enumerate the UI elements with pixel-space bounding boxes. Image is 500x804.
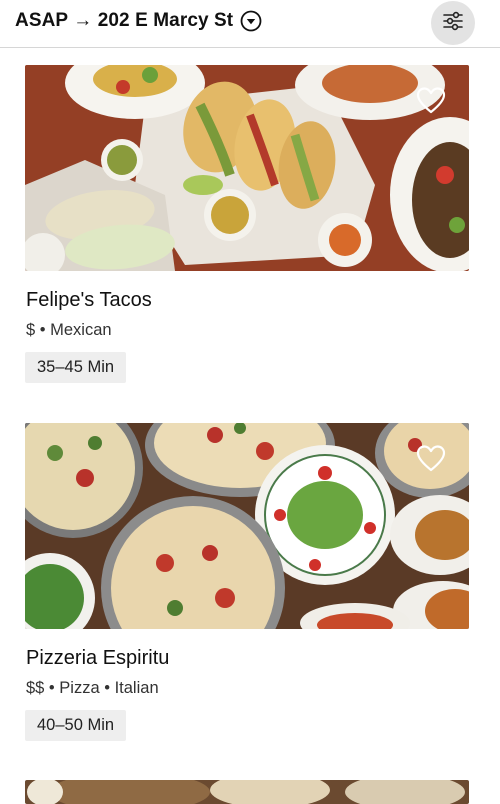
restaurant-card[interactable]: Pizzeria Espiritu $$ • Pizza • Italian 4… <box>25 423 469 741</box>
delivery-time-badge: 40–50 Min <box>25 710 127 741</box>
top-bar: ASAP → 202 E Marcy St <box>0 0 500 48</box>
restaurant-photo <box>25 780 469 804</box>
restaurant-card[interactable]: Felipe's Tacos $ • Mexican 35–45 Min <box>25 65 469 383</box>
heart-outline-icon[interactable] <box>415 443 447 475</box>
restaurant-meta: $$ • Pizza • Italian <box>26 679 159 697</box>
heart-outline-icon[interactable] <box>415 85 447 117</box>
sliders-icon <box>442 10 464 37</box>
restaurant-card[interactable] <box>25 780 469 804</box>
delivery-location-selector[interactable]: ASAP → 202 E Marcy St <box>15 10 262 32</box>
delivery-location-label: ASAP → 202 E Marcy St <box>15 10 234 31</box>
delivery-time-badge: 35–45 Min <box>25 352 127 383</box>
filter-button[interactable] <box>431 1 475 45</box>
restaurant-name: Felipe's Tacos <box>26 289 152 311</box>
restaurant-photo <box>25 423 469 629</box>
restaurant-photo <box>25 65 469 271</box>
restaurant-meta: $ • Mexican <box>26 321 112 339</box>
restaurant-name: Pizzeria Espiritu <box>26 647 170 669</box>
chevron-down-circle-icon <box>240 10 262 32</box>
